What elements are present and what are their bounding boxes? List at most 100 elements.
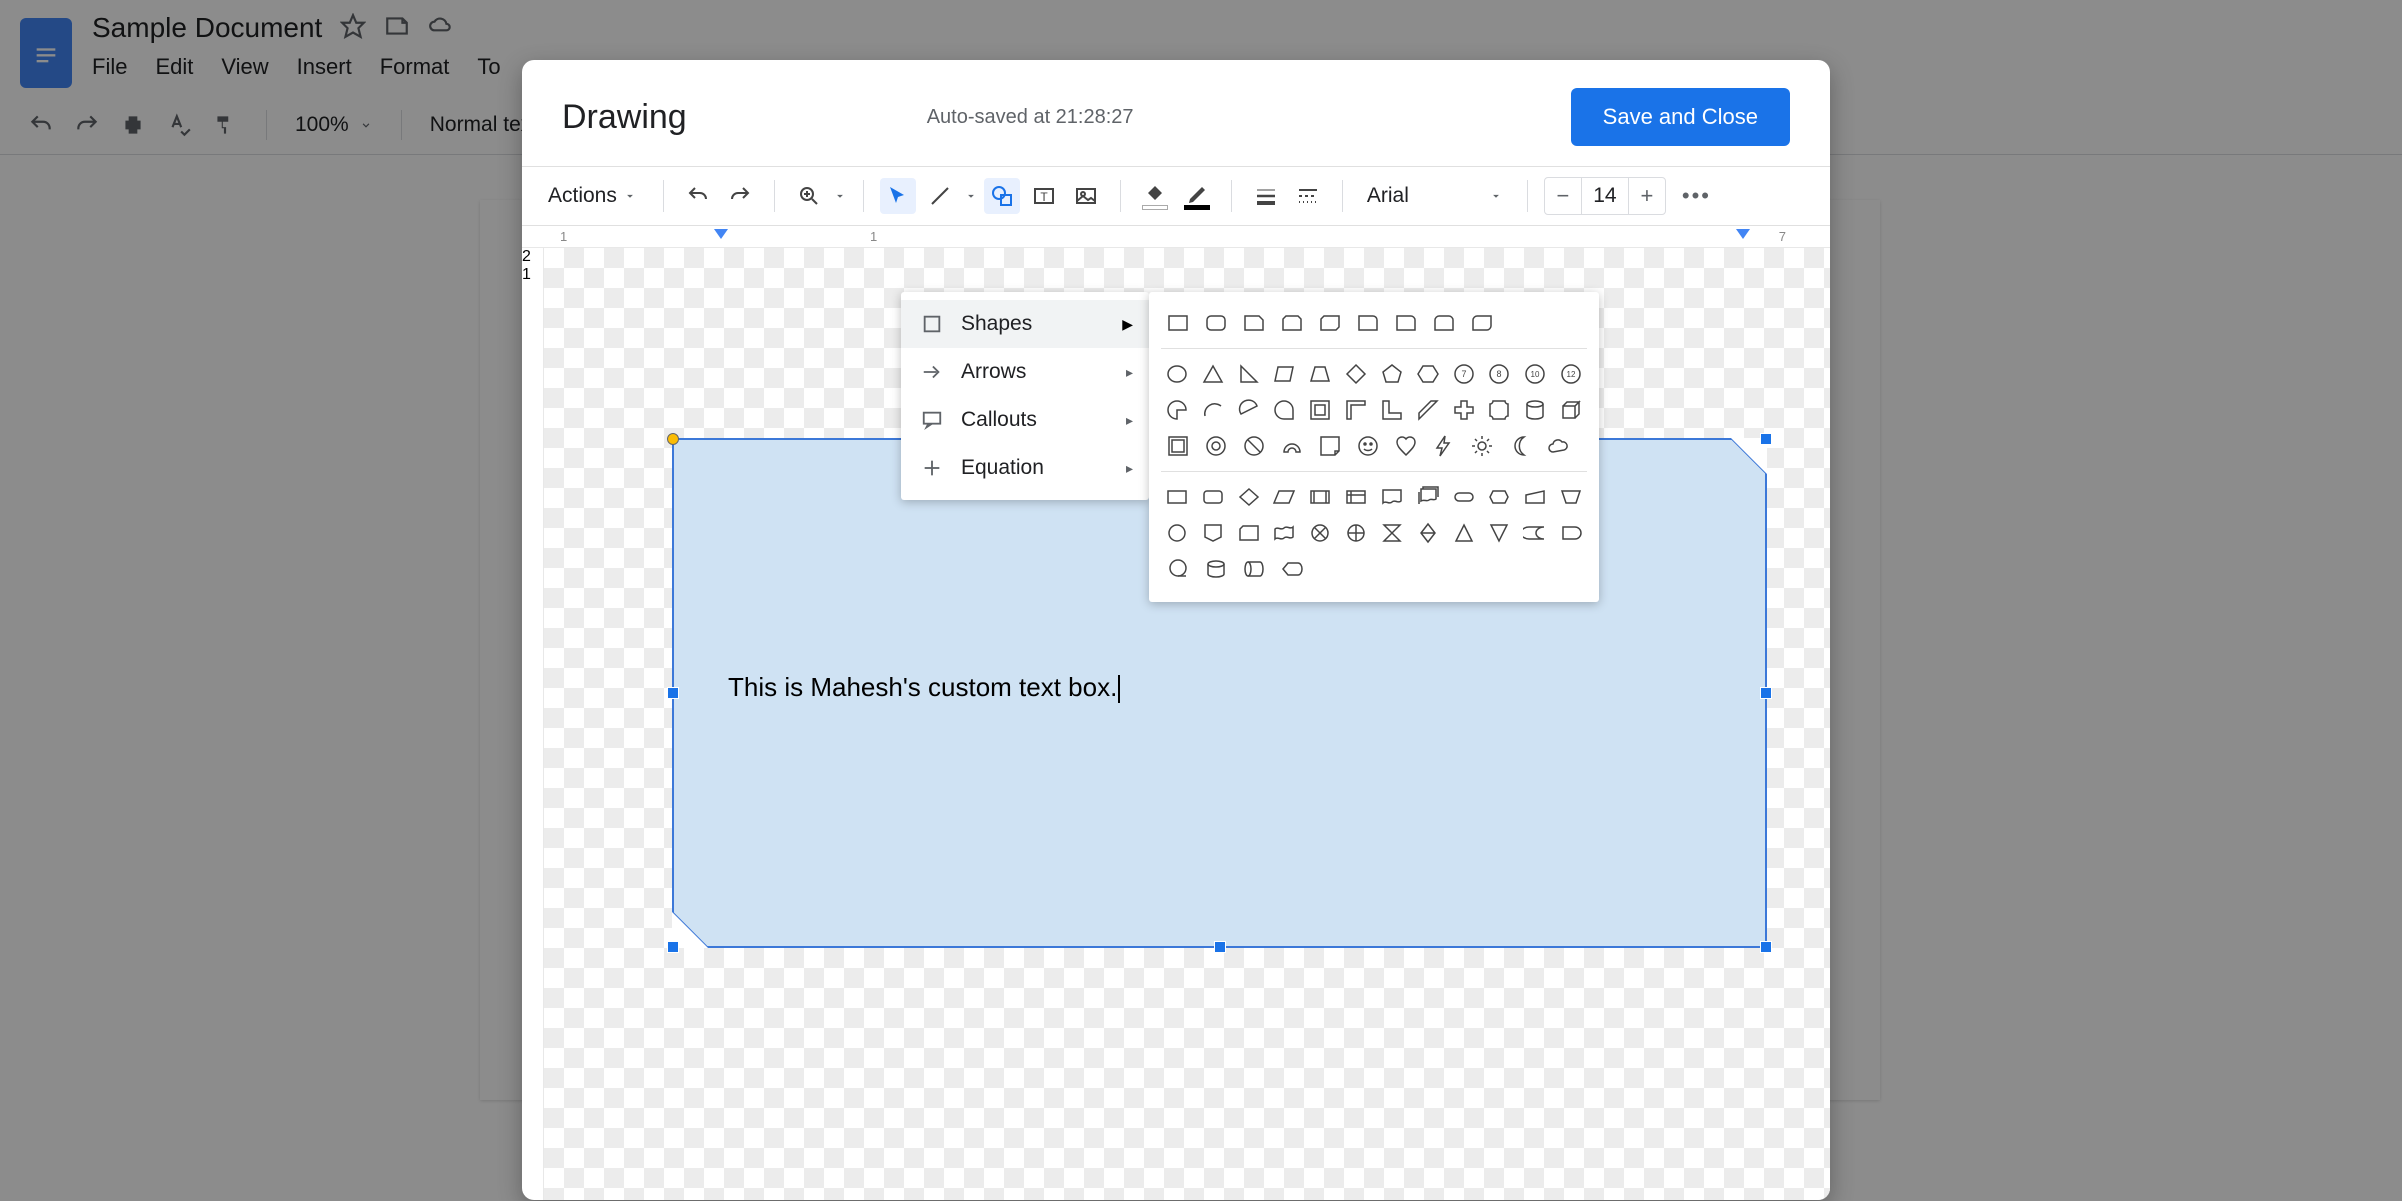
resize-handle-ne[interactable] bbox=[1760, 433, 1772, 445]
shape-rounded-rectangle[interactable] bbox=[1199, 306, 1233, 340]
shape-flowchart-sequential-storage[interactable] bbox=[1161, 552, 1195, 586]
select-tool-icon[interactable] bbox=[880, 178, 916, 214]
shape-block-arc[interactable] bbox=[1275, 429, 1309, 463]
shape-triangle[interactable] bbox=[1197, 357, 1229, 391]
shape-snip-diagonal[interactable] bbox=[1313, 306, 1347, 340]
shape-sun[interactable] bbox=[1465, 429, 1499, 463]
shape-flowchart-document[interactable] bbox=[1376, 480, 1408, 514]
shape-parallelogram[interactable] bbox=[1268, 357, 1300, 391]
shape-flowchart-offpage[interactable] bbox=[1197, 516, 1229, 550]
shape-can[interactable] bbox=[1519, 393, 1551, 427]
font-size-value[interactable]: 14 bbox=[1581, 178, 1629, 214]
shape-dodecagon[interactable]: 12 bbox=[1555, 357, 1587, 391]
rotation-handle[interactable] bbox=[667, 433, 679, 445]
more-options-icon[interactable]: ••• bbox=[1672, 183, 1721, 209]
line-dropdown-icon[interactable] bbox=[964, 189, 978, 203]
shape-flowchart-collate[interactable] bbox=[1376, 516, 1408, 550]
shape-flowchart-delay[interactable] bbox=[1555, 516, 1587, 550]
shape-arc[interactable] bbox=[1197, 393, 1229, 427]
actions-menu[interactable]: Actions bbox=[538, 178, 647, 214]
shape-flowchart-card[interactable] bbox=[1233, 516, 1265, 550]
shape-flowchart-data[interactable] bbox=[1268, 480, 1300, 514]
shape-teardrop[interactable] bbox=[1268, 393, 1300, 427]
shape-pie[interactable] bbox=[1161, 393, 1193, 427]
shape-pentagon[interactable] bbox=[1376, 357, 1408, 391]
shape-flowchart-connector[interactable] bbox=[1161, 516, 1193, 550]
vertical-ruler[interactable]: 2 1 bbox=[522, 248, 544, 1200]
shape-flowchart-summing[interactable] bbox=[1304, 516, 1336, 550]
shape-no-symbol[interactable] bbox=[1237, 429, 1271, 463]
shape-flowchart-extract[interactable] bbox=[1448, 516, 1480, 550]
shape-cloud[interactable] bbox=[1541, 429, 1575, 463]
shape-diagonal-stripe[interactable] bbox=[1412, 393, 1444, 427]
shape-round-same-side[interactable] bbox=[1427, 306, 1461, 340]
resize-handle-se[interactable] bbox=[1760, 941, 1772, 953]
shape-right-triangle[interactable] bbox=[1233, 357, 1265, 391]
shape-diamond[interactable] bbox=[1340, 357, 1372, 391]
textbox-tool-icon[interactable]: T bbox=[1026, 178, 1062, 214]
shape-folded-corner[interactable] bbox=[1313, 429, 1347, 463]
shape-bevel[interactable] bbox=[1161, 429, 1195, 463]
undo-icon[interactable] bbox=[680, 178, 716, 214]
shape-flowchart-manual-op[interactable] bbox=[1555, 480, 1587, 514]
shape-l-shape[interactable] bbox=[1376, 393, 1408, 427]
resize-handle-e[interactable] bbox=[1760, 687, 1772, 699]
shape-round-single-corner[interactable] bbox=[1389, 306, 1423, 340]
shape-cross[interactable] bbox=[1448, 393, 1480, 427]
shape-flowchart-alternate[interactable] bbox=[1197, 480, 1229, 514]
font-size-increase-button[interactable]: + bbox=[1629, 178, 1665, 214]
shape-oval[interactable] bbox=[1161, 357, 1193, 391]
shape-lightning[interactable] bbox=[1427, 429, 1461, 463]
shape-flowchart-sort[interactable] bbox=[1412, 516, 1444, 550]
shape-snip-round-single[interactable] bbox=[1351, 306, 1385, 340]
shape-flowchart-punched-tape[interactable] bbox=[1268, 516, 1300, 550]
shape-snip-same-side[interactable] bbox=[1275, 306, 1309, 340]
shape-flowchart-direct-access[interactable] bbox=[1237, 552, 1271, 586]
shape-tool-icon[interactable] bbox=[984, 178, 1020, 214]
shape-flowchart-decision[interactable] bbox=[1233, 480, 1265, 514]
border-color-icon[interactable] bbox=[1179, 178, 1215, 214]
zoom-dropdown-icon[interactable] bbox=[833, 189, 847, 203]
shape-flowchart-manual-input[interactable] bbox=[1519, 480, 1551, 514]
save-and-close-button[interactable]: Save and Close bbox=[1571, 88, 1790, 146]
shape-trapezoid[interactable] bbox=[1304, 357, 1336, 391]
shape-frame[interactable] bbox=[1304, 393, 1336, 427]
border-weight-icon[interactable] bbox=[1248, 178, 1284, 214]
horizontal-ruler[interactable]: 1 1 7 bbox=[522, 226, 1830, 248]
border-dash-icon[interactable] bbox=[1290, 178, 1326, 214]
image-tool-icon[interactable] bbox=[1068, 178, 1104, 214]
shape-flowchart-magnetic-disk[interactable] bbox=[1199, 552, 1233, 586]
shape-moon[interactable] bbox=[1503, 429, 1537, 463]
shape-flowchart-terminator[interactable] bbox=[1448, 480, 1480, 514]
shape-flowchart-predefined[interactable] bbox=[1304, 480, 1336, 514]
resize-handle-sw[interactable] bbox=[667, 941, 679, 953]
shape-text-content[interactable]: This is Mahesh's custom text box. bbox=[728, 672, 1120, 703]
shape-octagon[interactable]: 8 bbox=[1483, 357, 1515, 391]
shape-half-frame[interactable] bbox=[1340, 393, 1372, 427]
font-select[interactable]: Arial bbox=[1359, 180, 1511, 212]
shape-heptagon[interactable]: 7 bbox=[1448, 357, 1480, 391]
shape-decagon[interactable]: 10 bbox=[1519, 357, 1551, 391]
shape-plaque[interactable] bbox=[1483, 393, 1515, 427]
resize-handle-w[interactable] bbox=[667, 687, 679, 699]
line-tool-icon[interactable] bbox=[922, 178, 958, 214]
shape-donut[interactable] bbox=[1199, 429, 1233, 463]
menu-item-shapes[interactable]: Shapes ▶ bbox=[901, 300, 1149, 348]
shape-flowchart-preparation[interactable] bbox=[1483, 480, 1515, 514]
shape-round-diagonal[interactable] bbox=[1465, 306, 1499, 340]
shape-rectangle[interactable] bbox=[1161, 306, 1195, 340]
font-size-decrease-button[interactable]: − bbox=[1545, 178, 1581, 214]
shape-flowchart-multidocument[interactable] bbox=[1412, 480, 1444, 514]
shape-hexagon[interactable] bbox=[1412, 357, 1444, 391]
menu-item-equation[interactable]: Equation ▸ bbox=[901, 444, 1149, 492]
fill-color-icon[interactable] bbox=[1137, 178, 1173, 214]
shape-flowchart-merge[interactable] bbox=[1483, 516, 1515, 550]
redo-icon[interactable] bbox=[722, 178, 758, 214]
shape-flowchart-process[interactable] bbox=[1161, 480, 1193, 514]
resize-handle-s[interactable] bbox=[1214, 941, 1226, 953]
shape-flowchart-or[interactable] bbox=[1340, 516, 1372, 550]
shape-cube[interactable] bbox=[1555, 393, 1587, 427]
shape-chord[interactable] bbox=[1233, 393, 1265, 427]
zoom-icon[interactable] bbox=[791, 178, 827, 214]
shape-heart[interactable] bbox=[1389, 429, 1423, 463]
